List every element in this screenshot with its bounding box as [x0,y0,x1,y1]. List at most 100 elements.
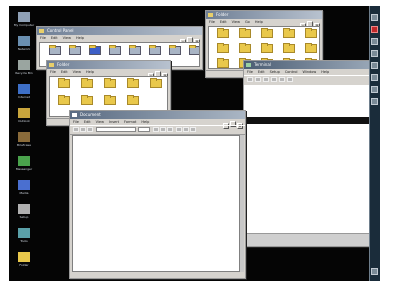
menu-item[interactable]: Control [285,70,298,74]
terminal-screen[interactable] [244,85,374,232]
tools-icon [18,228,30,238]
desktop-icon[interactable]: Setup [11,204,37,224]
underline-icon[interactable] [167,127,173,132]
terminal-row[interactable] [244,89,374,96]
terminal-row[interactable] [244,103,374,110]
desktop-icon[interactable]: Recycle Bin [11,60,37,80]
terminal-row[interactable] [244,110,374,117]
window-title: Control Panel [47,28,74,33]
menu-item[interactable]: Edit [258,70,265,74]
settings-icon[interactable] [287,77,293,82]
applet-icon [189,45,199,55]
menu-item[interactable]: File [50,70,56,74]
app-icon[interactable] [371,26,378,33]
terminal-row[interactable] [244,138,374,145]
desktop-icon[interactable]: Internet [11,84,37,104]
menu-item[interactable]: View [232,20,240,24]
terminal-row[interactable] [244,152,374,159]
terminal-row[interactable] [244,145,374,152]
applet-icon [129,45,141,55]
app-icon[interactable] [371,38,378,45]
menu-item[interactable]: Insert [109,120,119,124]
connect-icon[interactable] [247,77,253,82]
bold-icon[interactable] [153,127,159,132]
folder-icon [127,95,139,105]
app-icon[interactable] [371,62,378,69]
menu-item[interactable]: Setup [270,70,280,74]
save-icon[interactable] [87,127,93,132]
document-scrollbar[interactable] [240,135,244,272]
menu-bar: File Edit View Help [47,69,170,75]
control-panel-item[interactable] [184,45,199,64]
menu-item[interactable]: Help [255,20,263,24]
menu-item[interactable]: Edit [61,70,68,74]
applet-icon [89,45,101,55]
menu-item[interactable]: View [96,120,104,124]
print-icon[interactable] [279,77,285,82]
menu-item[interactable]: File [73,120,79,124]
menu-item[interactable]: Window [302,70,316,74]
menu-item[interactable]: File [209,20,215,24]
paste-icon[interactable] [271,77,277,82]
align-left-icon[interactable] [176,127,182,132]
recycle-bin-icon [18,60,30,70]
disconnect-icon[interactable] [255,77,261,82]
menu-item[interactable]: Edit [51,36,58,40]
menu-item[interactable]: Help [76,36,84,40]
copy-icon[interactable] [263,77,269,82]
folder-icon [81,95,93,105]
desktop-icon[interactable]: My Computer [11,12,37,32]
desktop-icon[interactable]: Outlook [11,108,37,128]
menu-item[interactable]: Go [245,20,250,24]
desktop-icon[interactable]: Folder [11,252,37,272]
desktop-icon[interactable]: Tools [11,228,37,248]
window-title: Terminal [254,62,271,67]
desktop-icon[interactable]: Messenger [11,156,37,176]
desktop-icon[interactable]: Briefcase [11,132,37,152]
menu-item[interactable]: View [63,36,71,40]
window-title: Folder [216,12,229,17]
menu-item[interactable]: Help [141,120,149,124]
open-icon[interactable] [80,127,86,132]
title-bar[interactable]: Document -x [70,111,245,129]
desktop-icon[interactable]: Network [11,36,37,56]
menu-item[interactable]: View [73,70,81,74]
app-icon[interactable] [371,74,378,81]
align-center-icon[interactable] [183,127,189,132]
title-bar[interactable]: Terminal -x [244,61,374,79]
title-bar[interactable]: Folder -x [47,61,170,79]
app-icon[interactable] [371,50,378,57]
menu-item[interactable]: Edit [84,120,91,124]
app-icon[interactable] [371,98,378,105]
folder-item[interactable] [145,78,167,97]
status-bar [244,233,374,246]
terminal-row[interactable] [244,96,374,103]
italic-icon[interactable] [160,127,166,132]
menu-item[interactable]: File [40,36,46,40]
size-select[interactable] [138,127,150,132]
menu-item[interactable]: Help [321,70,329,74]
menu-bar: File Edit View Go Help [206,19,322,25]
document-body[interactable] [72,135,240,272]
terminal-row[interactable] [244,124,374,131]
terminal-row[interactable] [244,117,374,124]
folder-item[interactable] [212,58,234,68]
title-bar[interactable]: Folder -x [206,11,322,29]
font-select[interactable] [96,127,136,132]
folder-icon [150,78,162,88]
app-icon[interactable] [371,86,378,93]
title-bar[interactable]: Control Panel -x [37,27,202,45]
terminal-row[interactable] [244,131,374,138]
menu-item[interactable]: Format [124,120,136,124]
menu-item[interactable]: Help [86,70,94,74]
terminal-window[interactable]: Terminal -x File Edit Setup Control Window He… [243,60,375,247]
document-window[interactable]: Document -x File Edit View Insert Format Help [69,110,246,279]
menu-item[interactable]: File [247,70,253,74]
window-title: Folder [57,62,70,67]
start-icon[interactable] [371,14,378,21]
align-right-icon[interactable] [190,127,196,132]
folder-icon [217,58,229,68]
new-icon[interactable] [73,127,79,132]
menu-item[interactable]: Edit [220,20,227,24]
desktop-icon[interactable]: Media [11,180,37,200]
